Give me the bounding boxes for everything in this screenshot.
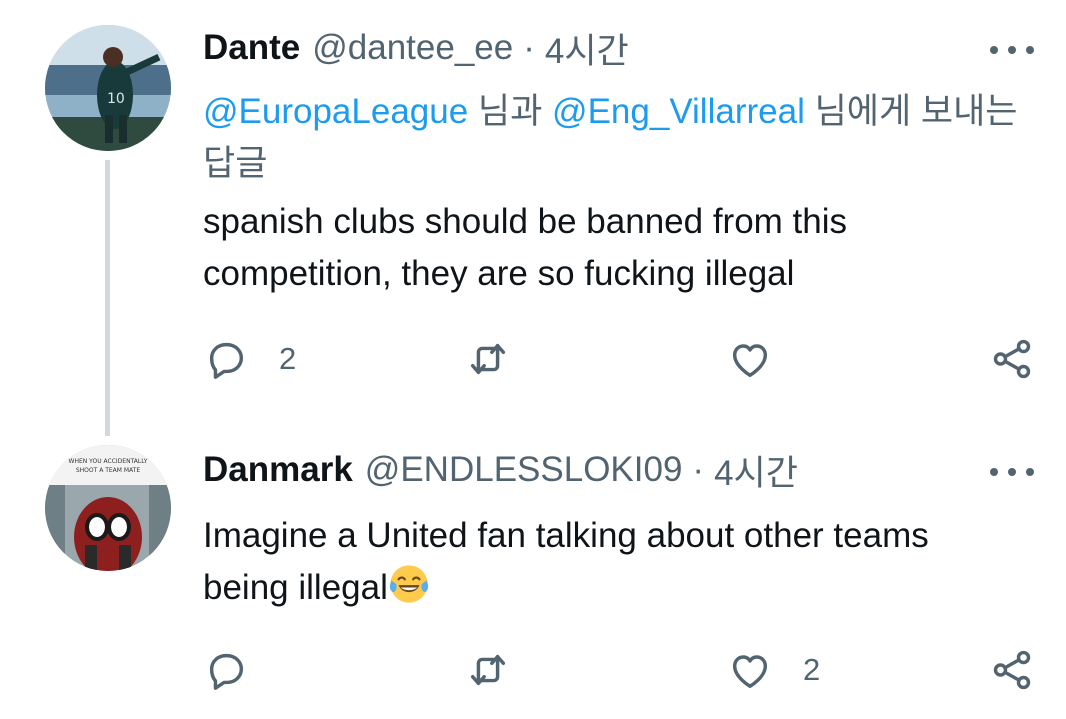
reply-button[interactable]: 2	[203, 334, 296, 384]
timestamp[interactable]: 4시간	[714, 445, 798, 496]
user-handle[interactable]: @ENDLESSLOKI09	[365, 450, 683, 490]
thread-line	[105, 160, 110, 436]
tweet-header: Dante @dantee_ee · 4시간	[203, 23, 629, 73]
tweet-header: Danmark @ENDLESSLOKI09 · 4시간	[203, 445, 798, 495]
like-button[interactable]	[727, 334, 803, 384]
avatar-image: WHEN YOU ACCIDENTALLY SHOOT A TEAM MATE	[45, 445, 171, 571]
mention-link[interactable]: @Eng_Villarreal	[552, 92, 805, 131]
like-icon	[732, 344, 768, 378]
tweet-text: spanish clubs should be banned from this…	[203, 202, 848, 293]
mention-link[interactable]: @EuropaLeague	[203, 92, 468, 131]
user-handle[interactable]: @dantee_ee	[312, 28, 513, 68]
avatar-image: 10	[45, 25, 171, 151]
avatar-danmark[interactable]: WHEN YOU ACCIDENTALLY SHOOT A TEAM MATE	[45, 445, 171, 571]
more-icon[interactable]	[990, 457, 1034, 487]
like-count: 2	[803, 652, 821, 687]
tweet-text-part: being illegal	[203, 568, 388, 607]
retweet-icon	[470, 343, 506, 375]
reply-icon	[209, 653, 244, 690]
reply-icon	[209, 342, 244, 379]
face-with-tears-of-joy-emoji	[389, 565, 429, 603]
retweet-button[interactable]	[465, 645, 541, 695]
reply-to-connector: 님과	[468, 92, 553, 131]
like-button[interactable]: 2	[727, 645, 820, 695]
timestamp[interactable]: 4시간	[545, 23, 629, 74]
share-button[interactable]	[989, 334, 1035, 384]
tweet-text: Imagine a United fan talking about other…	[203, 510, 1033, 614]
reply-count: 2	[279, 341, 297, 376]
separator-dot: ·	[692, 450, 705, 489]
share-button[interactable]	[989, 645, 1035, 695]
share-icon	[993, 339, 1031, 379]
tweet-text-line: Imagine a United fan talking about other…	[203, 516, 929, 555]
tweet-text-line: being illegal	[203, 562, 1033, 614]
avatar-dante[interactable]: 10	[45, 25, 171, 151]
avatar-caption: SHOOT A TEAM MATE	[76, 467, 140, 474]
retweet-button[interactable]	[465, 334, 541, 384]
more-icon[interactable]	[990, 35, 1034, 65]
retweet-icon	[470, 654, 506, 686]
tweet-actions: 2	[203, 645, 1036, 695]
reply-to-line: @EuropaLeague 님과 @Eng_Villarreal 님에게 보내는…	[203, 86, 1023, 190]
separator-dot: ·	[523, 28, 535, 67]
reply-button[interactable]	[203, 645, 279, 695]
share-icon	[993, 650, 1031, 690]
display-name[interactable]: Dante	[203, 28, 300, 68]
like-icon	[732, 655, 768, 689]
tweet-danmark[interactable]: WHEN YOU ACCIDENTALLY SHOOT A TEAM MATE …	[0, 420, 1066, 719]
tweet-dante[interactable]: 10 Dante @dantee_ee · 4시간 @EuropaLeague …	[0, 0, 1066, 436]
svg-text:10: 10	[107, 91, 125, 107]
avatar-caption: WHEN YOU ACCIDENTALLY	[69, 458, 148, 465]
tweet-actions: 2	[203, 334, 1036, 384]
display-name[interactable]: Danmark	[203, 450, 353, 490]
